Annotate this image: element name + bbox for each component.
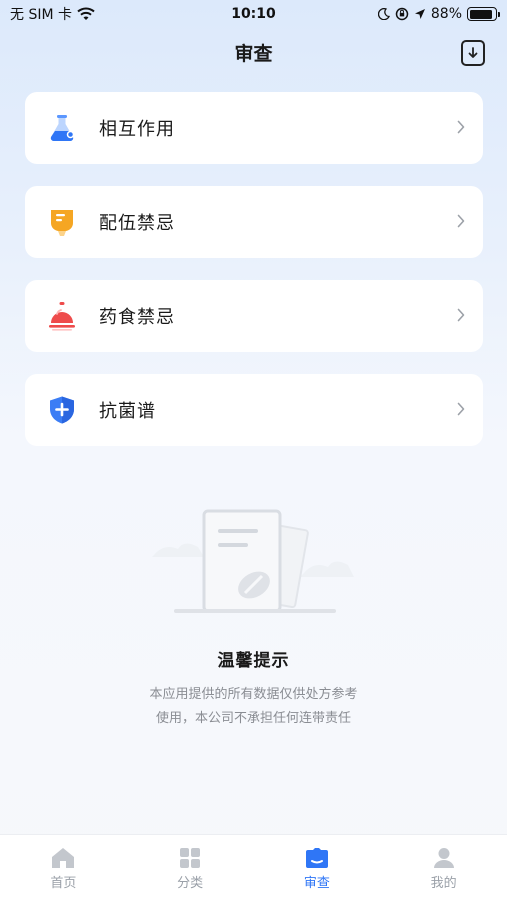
- grid-icon: [180, 848, 201, 868]
- tab-label: 分类: [177, 876, 204, 891]
- user-icon: [433, 848, 454, 868]
- rotation-lock-icon: [395, 7, 409, 21]
- prescription-illustration: [151, 509, 354, 613]
- status-bar: 无 SIM 卡 10:10 88%: [0, 0, 507, 28]
- page-title: 审查: [234, 42, 273, 65]
- chevron-right-icon: [457, 402, 465, 416]
- menu-item-label: 配伍禁忌: [99, 213, 175, 234]
- review-menu: 相互作用 配伍禁忌 药食禁忌 抗菌谱: [25, 92, 483, 468]
- menu-item-incompatibility[interactable]: 配伍禁忌: [25, 186, 483, 258]
- menu-item-label: 抗菌谱: [99, 401, 156, 422]
- home-icon: [52, 848, 75, 868]
- infusion-bag-icon: [47, 207, 77, 237]
- notice-title: 温馨提示: [217, 651, 290, 671]
- location-icon: [414, 9, 425, 19]
- menu-item-interaction[interactable]: 相互作用: [25, 92, 483, 164]
- notice-line: 使用，本公司不承担任何连带责任: [155, 711, 351, 726]
- menu-item-food-drug[interactable]: 药食禁忌: [25, 280, 483, 352]
- chevron-right-icon: [457, 214, 465, 228]
- tab-home[interactable]: 首页: [0, 835, 127, 900]
- tab-label: 首页: [50, 876, 77, 891]
- tab-mine[interactable]: 我的: [380, 835, 507, 900]
- download-icon: [468, 47, 478, 58]
- notice-line: 本应用提供的所有数据仅供处方参考: [149, 687, 358, 702]
- flask-icon: [47, 113, 77, 143]
- menu-item-antibacterial[interactable]: 抗菌谱: [25, 374, 483, 446]
- notice-section: 温馨提示 本应用提供的所有数据仅供处方参考 使用，本公司不承担任何连带责任: [0, 505, 507, 731]
- download-button[interactable]: [461, 40, 485, 66]
- review-icon: [305, 848, 328, 868]
- moon-icon: [377, 8, 390, 20]
- chevron-right-icon: [457, 120, 465, 134]
- menu-item-label: 相互作用: [99, 119, 175, 140]
- battery-icon: [467, 7, 500, 21]
- status-left: 无 SIM 卡: [10, 4, 95, 24]
- tab-label: 我的: [430, 876, 457, 891]
- battery-fill: [469, 9, 492, 19]
- tab-bar: 首页 分类 审查 我的: [0, 834, 507, 900]
- wifi-icon: [77, 7, 95, 20]
- status-right: 88%: [377, 6, 500, 22]
- shield-plus-icon: [47, 395, 77, 425]
- tab-label: 审查: [303, 876, 330, 891]
- chevron-right-icon: [457, 308, 465, 322]
- carrier-label: 无 SIM 卡: [10, 7, 72, 23]
- battery-percent: 88%: [430, 6, 462, 22]
- menu-item-label: 药食禁忌: [99, 307, 175, 328]
- nav-bar: 审查: [0, 30, 507, 74]
- food-cover-icon: [47, 301, 77, 331]
- notice-text: 本应用提供的所有数据仅供处方参考 使用，本公司不承担任何连带责任: [0, 683, 507, 731]
- tab-review[interactable]: 审查: [254, 835, 381, 900]
- tab-category[interactable]: 分类: [127, 835, 254, 900]
